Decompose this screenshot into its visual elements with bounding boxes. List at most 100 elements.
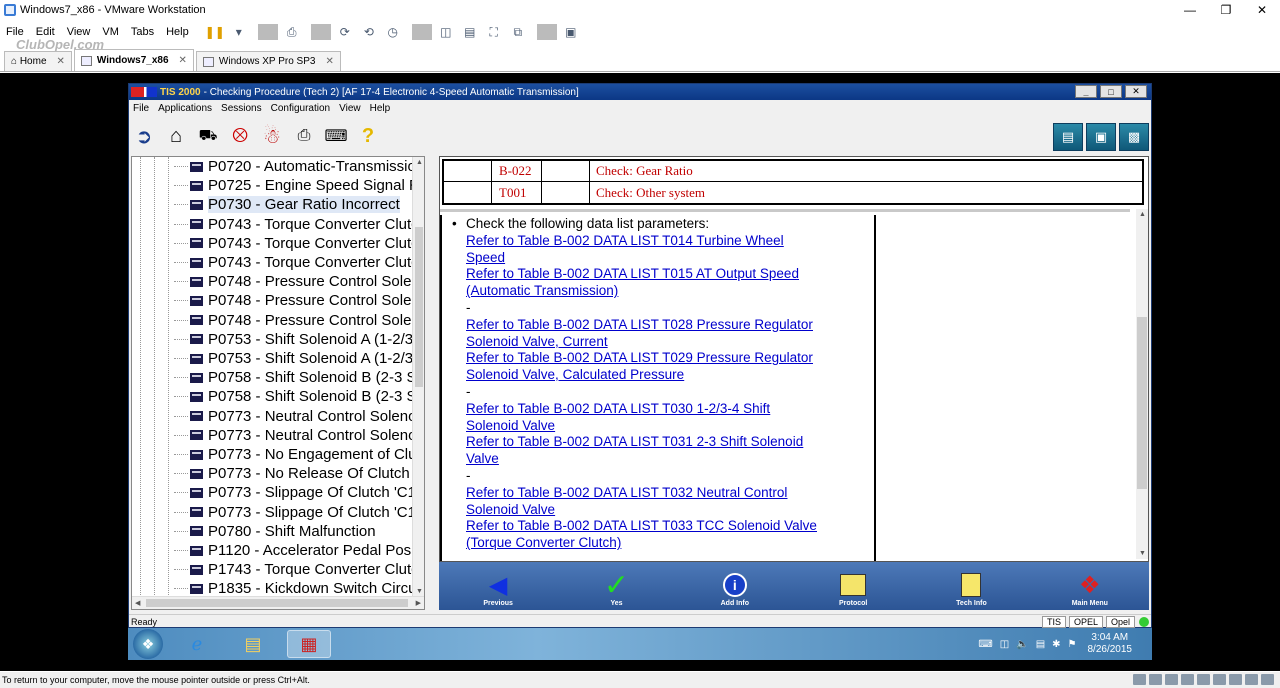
data-list-link[interactable]: Refer to Table B-002 DATA LIST T028 Pres… [466, 317, 866, 351]
data-list-link[interactable]: Refer to Table B-002 DATA LIST T031 2-3 … [466, 434, 866, 468]
send-ctrl-alt-del-icon[interactable]: ⎙ [282, 24, 302, 40]
tis-menu-help[interactable]: Help [370, 103, 391, 114]
tech2-icon[interactable]: ▤ [1053, 123, 1083, 151]
tree-item[interactable]: P0753 - Shift Solenoid A (1-2/3- [174, 349, 418, 368]
tree-item[interactable]: P0730 - Gear Ratio Incorrect [174, 195, 400, 214]
console-view-icon[interactable]: ▣ [561, 24, 581, 40]
scroll-right-icon[interactable]: ▶ [416, 599, 421, 607]
content-scrollbar[interactable]: ▲ ▼ [1136, 209, 1148, 559]
volume-icon[interactable]: 🔈 [1016, 639, 1028, 650]
network-adapter-icon[interactable] [1181, 674, 1194, 685]
scroll-left-icon[interactable]: ◀ [135, 599, 140, 607]
dropdown-icon[interactable]: ▾ [229, 24, 249, 40]
tree-item[interactable]: P0758 - Shift Solenoid B (2-3 S [174, 387, 416, 406]
tis2000-taskbar-icon[interactable]: ▦ [287, 630, 331, 658]
snapshot-icon[interactable]: ⟳ [335, 24, 355, 40]
sound-icon[interactable] [1213, 674, 1226, 685]
clock[interactable]: 3:04 AM 8/26/2015 [1088, 632, 1133, 656]
tree-item[interactable]: P0720 - Automatic-Transmissio [174, 157, 416, 176]
close-icon[interactable]: ✕ [179, 55, 187, 66]
dtc-tree-panel[interactable]: P0720 - Automatic-Transmissio P0725 - Eng… [131, 156, 425, 610]
full-screen-icon[interactable]: ⛶ [484, 24, 504, 40]
file-explorer-icon[interactable]: ▤ [231, 630, 275, 658]
printer-icon[interactable] [1229, 674, 1242, 685]
scroll-up-icon[interactable]: ▲ [1139, 211, 1146, 218]
show-library-icon[interactable]: ◫ [436, 24, 456, 40]
flag-icon[interactable]: ⚑ [1068, 639, 1077, 650]
help-icon[interactable]: ? [355, 123, 381, 149]
tis-menu-file[interactable]: File [133, 103, 149, 114]
usb-icon[interactable] [1197, 674, 1210, 685]
message-icon[interactable] [1261, 674, 1274, 685]
cd-icon[interactable] [1149, 674, 1162, 685]
data-list-link[interactable]: Refer to Table B-002 DATA LIST T030 1-2/… [466, 401, 866, 435]
tree-item[interactable]: P0773 - Slippage Of Clutch 'C1 [174, 503, 416, 522]
tree-item[interactable]: P0773 - No Release Of Clutch ' [174, 464, 417, 483]
tis-menu-view[interactable]: View [339, 103, 361, 114]
menu-tabs[interactable]: Tabs [131, 26, 154, 38]
unity-icon[interactable]: ⧉ [508, 24, 528, 40]
tree-item[interactable]: P0748 - Pressure Control Soler [174, 272, 416, 291]
data-list-link[interactable]: Refer to Table B-002 DATA LIST T033 TCC … [466, 518, 866, 552]
tree-item[interactable]: P0773 - No Engagement of Clut [174, 445, 421, 464]
home-icon[interactable]: ⌂ [163, 123, 189, 149]
vehicle-data-icon[interactable]: ▩ [1119, 123, 1149, 151]
tree-item[interactable]: P1743 - Torque Converter Clutc [174, 560, 419, 579]
data-list-link[interactable]: Refer to Table B-002 DATA LIST T014 Turb… [466, 233, 866, 267]
add-info-button[interactable]: i Add Info [676, 562, 794, 610]
keyboard-icon[interactable]: ⌨ [323, 123, 349, 149]
tree-item[interactable]: P0773 - Neutral Control Solenoi [174, 426, 420, 445]
exit-icon[interactable]: ➲ [131, 123, 157, 149]
tree-item[interactable]: P0753 - Shift Solenoid A (1-2/3- [174, 330, 418, 349]
tree-item[interactable]: P0743 - Torque Converter Clutc [174, 215, 419, 234]
protocol-button[interactable]: Protocol [794, 562, 912, 610]
internet-explorer-icon[interactable]: ℯ [175, 630, 219, 658]
thumbnail-bar-icon[interactable]: ▤ [460, 24, 480, 40]
display-device-icon[interactable] [1245, 674, 1258, 685]
tree-scroll-thumb[interactable] [415, 227, 423, 387]
start-button[interactable]: ❖ [133, 629, 163, 659]
network-icon[interactable]: ◫ [1000, 639, 1009, 650]
tree-item[interactable]: P0758 - Shift Solenoid B (2-3 S [174, 368, 416, 387]
yes-button[interactable]: ✓ Yes [557, 562, 675, 610]
guest-screen[interactable]: TIS 2000 - Checking Procedure (Tech 2) [… [0, 73, 1280, 671]
vehicle-icon[interactable]: ⛟ [195, 123, 221, 149]
menu-help[interactable]: Help [166, 26, 189, 38]
scroll-up-icon[interactable]: ▲ [416, 159, 423, 166]
print-icon[interactable]: ⎙ [291, 123, 317, 149]
stop-icon[interactable]: ⮾ [227, 123, 253, 149]
data-list-link[interactable]: Refer to Table B-002 DATA LIST T032 Neut… [466, 485, 866, 519]
menu-vm[interactable]: VM [102, 26, 119, 38]
floppy-icon[interactable] [1165, 674, 1178, 685]
tis-minimize-button[interactable]: _ [1075, 85, 1097, 98]
maximize-button[interactable]: ❐ [1208, 0, 1244, 20]
tis-close-button[interactable]: ✕ [1125, 85, 1147, 98]
tree-item[interactable]: P0743 - Torque Converter Clutc [174, 234, 419, 253]
tree-hscroll-thumb[interactable] [146, 599, 408, 607]
content-scroll-thumb[interactable] [1137, 317, 1147, 489]
diagnostics-icon[interactable]: ▣ [1086, 123, 1116, 151]
tree-vertical-scrollbar[interactable]: ▲ ▼ [412, 157, 424, 597]
tree-item[interactable]: P0773 - Slippage Of Clutch 'C1 [174, 483, 416, 502]
data-list-link[interactable]: Refer to Table B-002 DATA LIST T029 Pres… [466, 350, 866, 384]
data-list-link[interactable]: Refer to Table B-002 DATA LIST T015 AT O… [466, 266, 866, 300]
pause-icon[interactable]: ❚❚ [205, 24, 225, 40]
scroll-down-icon[interactable]: ▼ [1139, 550, 1146, 557]
bluetooth-icon[interactable]: ✱ [1052, 639, 1060, 650]
minimize-button[interactable]: — [1172, 0, 1208, 20]
tis-menu-applications[interactable]: Applications [158, 103, 212, 114]
scroll-down-icon[interactable]: ▼ [416, 588, 423, 595]
tech-info-button[interactable]: Tech Info [912, 562, 1030, 610]
snapshot-manager-icon[interactable]: ◷ [383, 24, 403, 40]
hard-disk-icon[interactable] [1133, 674, 1146, 685]
tis-menu-sessions[interactable]: Sessions [221, 103, 262, 114]
close-button[interactable]: ✕ [1244, 0, 1280, 20]
display-icon[interactable]: ▤ [1036, 639, 1045, 650]
keyboard-tray-icon[interactable]: ⌨ [978, 639, 992, 650]
tis-menu-configuration[interactable]: Configuration [271, 103, 330, 114]
user-icon[interactable]: ☃ [259, 123, 285, 149]
tree-item[interactable]: P0743 - Torque Converter Clutc [174, 253, 419, 272]
main-menu-button[interactable]: ❖ Main Menu [1031, 562, 1149, 610]
tree-item[interactable]: P0725 - Engine Speed Signal R [174, 176, 420, 195]
tab-windows-xp[interactable]: Windows XP Pro SP3 ✕ [195, 51, 341, 71]
